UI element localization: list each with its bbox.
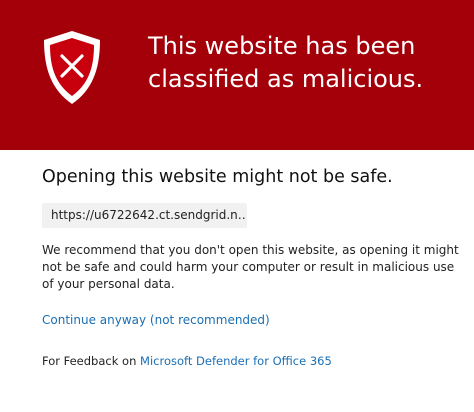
feedback-prefix: For Feedback on — [42, 354, 141, 368]
blocked-url: https://u6722642.ct.sendgrid.n… — [42, 203, 247, 228]
page-heading: Opening this website might not be safe. — [42, 167, 393, 187]
banner-title-line-2: classified as malicious. — [148, 65, 424, 93]
shield-x-icon — [44, 31, 100, 104]
banner-title: This website has been classified as mali… — [148, 30, 468, 96]
banner-title-line-1: This website has been — [148, 32, 416, 60]
defender-feedback-link[interactable]: Microsoft Defender for Office 365 — [140, 354, 332, 368]
continue-anyway-link[interactable]: Continue anyway (not recommended) — [42, 313, 270, 327]
warning-banner: This website has been classified as mali… — [0, 0, 474, 150]
recommendation-text: We recommend that you don't open this we… — [42, 243, 459, 291]
feedback-line: For Feedback on Microsoft Defender for O… — [42, 354, 332, 368]
